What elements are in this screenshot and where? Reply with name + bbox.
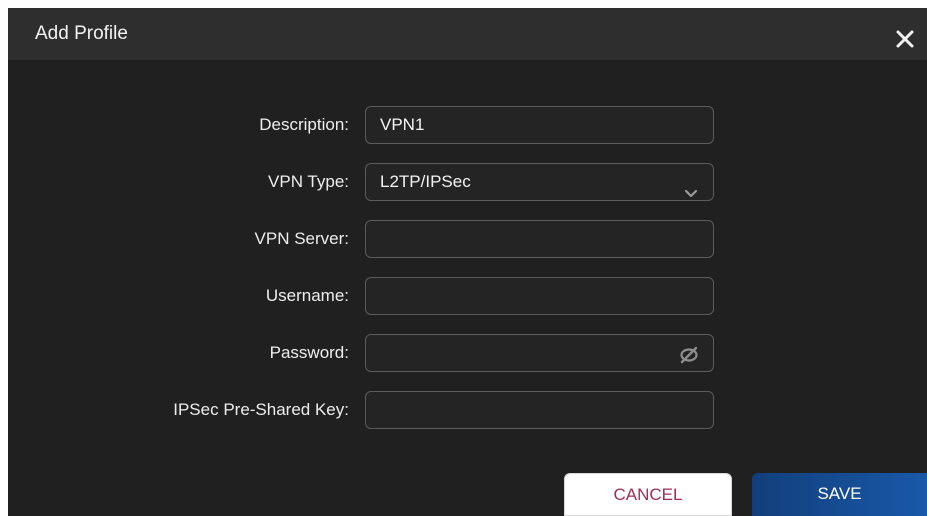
vpn-server-row: VPN Server: xyxy=(8,220,927,258)
password-input[interactable] xyxy=(365,334,714,372)
cancel-button[interactable]: CANCEL xyxy=(564,473,732,516)
username-row: Username: xyxy=(8,277,927,315)
password-label: Password: xyxy=(269,343,349,362)
description-label: Description: xyxy=(259,115,349,134)
close-icon[interactable] xyxy=(893,20,917,48)
vpn-type-value: L2TP/IPSec xyxy=(380,172,471,191)
ipsec-key-row: IPSec Pre-Shared Key: xyxy=(8,391,927,429)
ipsec-key-label: IPSec Pre-Shared Key: xyxy=(173,400,349,419)
username-input[interactable] xyxy=(365,277,714,315)
close-icon-graphic xyxy=(896,30,914,48)
save-button[interactable]: SAVE xyxy=(752,473,927,516)
description-value: VPN1 xyxy=(380,115,425,134)
username-label: Username: xyxy=(265,286,349,305)
description-input[interactable]: VPN1 xyxy=(365,106,714,144)
password-row: Password: xyxy=(8,334,927,372)
dialog-header: Add Profile xyxy=(8,8,927,60)
chevron-down-graphic xyxy=(684,189,698,198)
eye-off-graphic xyxy=(680,346,698,364)
vpn-type-select[interactable]: L2TP/IPSec xyxy=(365,163,714,201)
chevron-down-icon xyxy=(683,176,699,198)
vpn-type-row: VPN Type: L2TP/IPSec xyxy=(8,163,927,201)
vpn-server-label: VPN Server: xyxy=(254,229,349,248)
vpn-type-label: VPN Type: xyxy=(268,172,349,191)
vpn-server-input[interactable] xyxy=(365,220,714,258)
eye-off-icon[interactable] xyxy=(678,343,700,365)
description-row: Description: VPN1 xyxy=(8,106,927,144)
add-profile-dialog: Add Profile Description: VPN1 VPN Type: … xyxy=(8,8,927,516)
ipsec-key-input[interactable] xyxy=(365,391,714,429)
dialog-title: Add Profile xyxy=(35,23,128,44)
